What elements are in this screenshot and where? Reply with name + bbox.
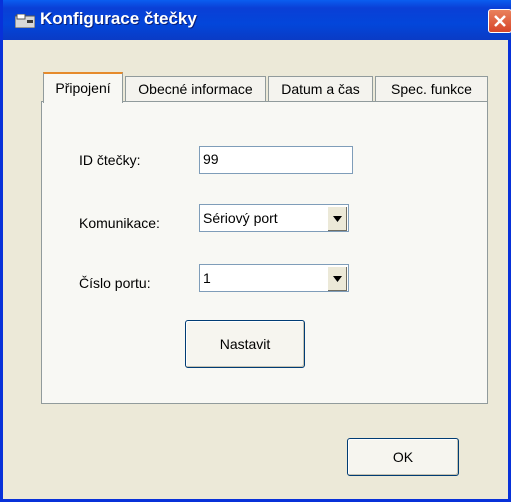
dropdown-arrow-icon[interactable] xyxy=(327,206,347,231)
card-reader-icon xyxy=(14,13,36,29)
ok-button[interactable]: OK xyxy=(347,438,459,476)
port-select[interactable]: 1 xyxy=(199,264,349,292)
port-label: Číslo portu: xyxy=(79,275,151,291)
title-bar[interactable]: Konfigurace čtečky xyxy=(3,0,511,40)
set-button[interactable]: Nastavit xyxy=(185,320,305,368)
port-value: 1 xyxy=(203,270,211,286)
tab-datum-a-cas[interactable]: Datum a čas xyxy=(268,76,373,102)
tab-obecne-informace[interactable]: Obecné informace xyxy=(125,76,266,102)
communication-value: Sériový port xyxy=(203,210,278,226)
dialog-window: Konfigurace čtečky Připojení Obecné info… xyxy=(0,0,511,502)
reader-id-input[interactable]: 99 xyxy=(199,146,353,174)
communication-select[interactable]: Sériový port xyxy=(199,204,349,232)
tab-pripojeni[interactable]: Připojení xyxy=(43,72,123,103)
dropdown-arrow-icon[interactable] xyxy=(327,266,347,291)
window-title: Konfigurace čtečky xyxy=(40,9,197,28)
tab-spec-funkce[interactable]: Spec. funkce xyxy=(375,76,488,102)
close-icon xyxy=(494,15,506,27)
reader-id-label: ID čtečky: xyxy=(79,152,141,168)
close-button[interactable] xyxy=(488,9,511,33)
communication-label: Komunikace: xyxy=(79,215,160,231)
